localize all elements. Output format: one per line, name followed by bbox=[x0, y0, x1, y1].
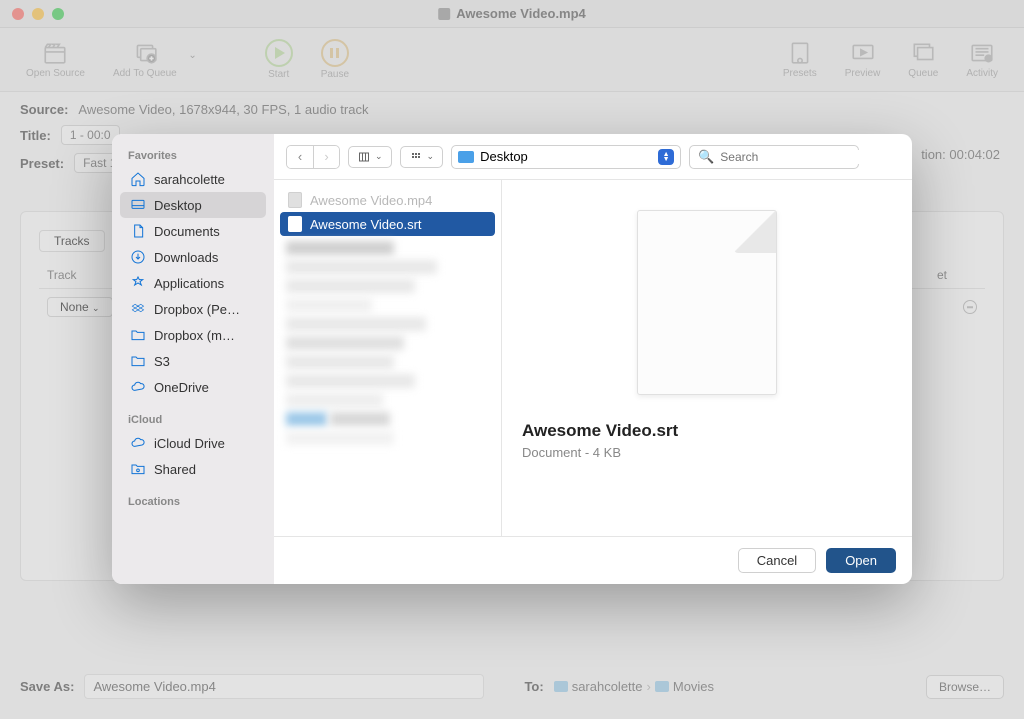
file-icon bbox=[288, 192, 302, 208]
desktop-icon bbox=[130, 197, 146, 213]
favorites-header: Favorites bbox=[120, 144, 266, 166]
file-icon bbox=[288, 216, 302, 232]
applications-icon bbox=[130, 275, 146, 291]
cloud-icon bbox=[130, 379, 146, 395]
file-list: Awesome Video.mp4 Awesome Video.srt bbox=[274, 180, 502, 536]
open-button[interactable]: Open bbox=[826, 548, 896, 573]
location-select[interactable]: Desktop ▲▼ bbox=[451, 145, 681, 169]
dialog-footer: Cancel Open bbox=[274, 536, 912, 584]
shared-folder-icon bbox=[130, 461, 146, 477]
sidebar-item-applications[interactable]: Applications bbox=[120, 270, 266, 296]
grid-icon bbox=[409, 151, 423, 163]
forward-button[interactable]: › bbox=[313, 146, 339, 168]
document-icon bbox=[130, 223, 146, 239]
sidebar-item-home[interactable]: sarahcolette bbox=[120, 166, 266, 192]
sidebar-item-downloads[interactable]: Downloads bbox=[120, 244, 266, 270]
file-open-dialog: Favorites sarahcolette Desktop Documents… bbox=[112, 134, 912, 584]
sidebar-item-onedrive[interactable]: OneDrive bbox=[120, 374, 266, 400]
icloud-header: iCloud bbox=[120, 408, 266, 430]
preview-filename: Awesome Video.srt bbox=[522, 421, 678, 441]
home-icon bbox=[130, 171, 146, 187]
search-icon: 🔍 bbox=[698, 149, 714, 165]
sidebar-item-shared[interactable]: Shared bbox=[120, 456, 266, 482]
preview-pane: Awesome Video.srt Document - 4 KB bbox=[502, 180, 912, 536]
sidebar-item-dropbox-personal[interactable]: Dropbox (Pe… bbox=[120, 296, 266, 322]
cancel-button[interactable]: Cancel bbox=[738, 548, 816, 573]
dropbox-icon bbox=[130, 301, 146, 317]
folder-icon bbox=[130, 353, 146, 369]
locations-header: Locations bbox=[120, 490, 266, 512]
folder-icon bbox=[130, 327, 146, 343]
sidebar-item-icloud-drive[interactable]: iCloud Drive bbox=[120, 430, 266, 456]
preview-thumbnail bbox=[637, 210, 777, 395]
file-item[interactable]: Awesome Video.srt bbox=[280, 212, 495, 236]
search-input[interactable]: 🔍 bbox=[689, 145, 859, 169]
sidebar-item-s3[interactable]: S3 bbox=[120, 348, 266, 374]
back-button[interactable]: ‹ bbox=[287, 146, 313, 168]
folder-icon bbox=[458, 151, 474, 163]
download-icon bbox=[130, 249, 146, 265]
file-item[interactable]: Awesome Video.mp4 bbox=[280, 188, 495, 212]
dialog-sidebar: Favorites sarahcolette Desktop Documents… bbox=[112, 134, 274, 584]
sidebar-item-desktop[interactable]: Desktop bbox=[120, 192, 266, 218]
chevron-updown-icon: ▲▼ bbox=[658, 149, 674, 165]
sidebar-item-documents[interactable]: Documents bbox=[120, 218, 266, 244]
cloud-icon bbox=[130, 435, 146, 451]
sidebar-item-dropbox-m[interactable]: Dropbox (m… bbox=[120, 322, 266, 348]
view-columns-button[interactable]: ⌄ bbox=[348, 146, 392, 168]
view-group-button[interactable]: ⌄ bbox=[400, 146, 444, 168]
dialog-toolbar: ‹ › ⌄ ⌄ Desktop ▲▼ 🔍 bbox=[274, 134, 912, 180]
preview-meta: Document - 4 KB bbox=[522, 445, 621, 460]
columns-icon bbox=[357, 151, 371, 163]
